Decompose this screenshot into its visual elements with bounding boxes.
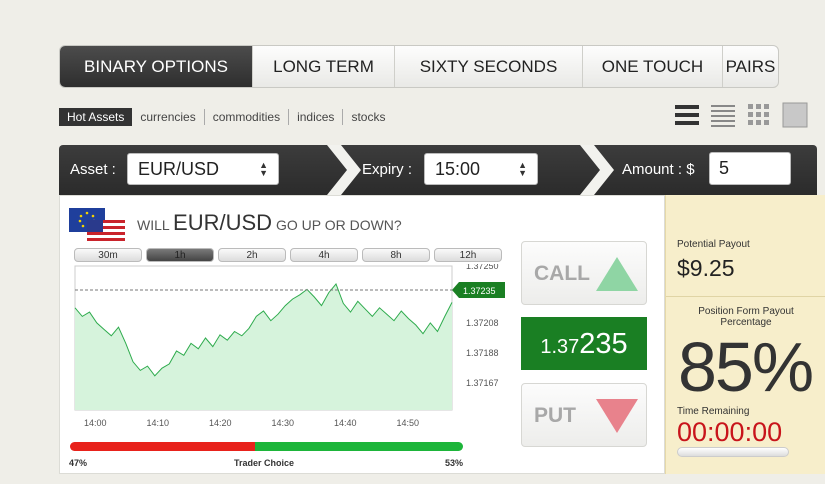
filter-stocks[interactable]: stocks (342, 109, 393, 125)
arrow-up-icon (596, 257, 638, 291)
trade-panel: WILL EUR/USD GO UP OR DOWN? 30m 1h 2h 4h… (59, 195, 665, 474)
put-percentage: 47% (69, 458, 88, 468)
time-remaining-bar (677, 447, 789, 457)
expiry-select-value: 15:00 (435, 159, 481, 179)
timeframe-1h[interactable]: 1h (146, 248, 214, 262)
price-minor: 235 (579, 328, 628, 360)
potential-payout-label: Potential Payout (677, 239, 750, 250)
question-prefix: WILL (137, 217, 170, 233)
call-percentage: 53% (445, 458, 464, 468)
trade-settings-bar: Asset : EUR/USD ▲ ▼ Expiry : 15:00 ▲ ▼ Amo… (59, 145, 817, 205)
select-arrows-icon: ▲ ▼ (518, 160, 527, 178)
divider (666, 296, 825, 297)
tab-pairs[interactable]: PAIRS (722, 46, 778, 87)
payout-percentage-label: Position Form Payout Percentage (698, 306, 794, 328)
tile-view-icon[interactable] (782, 102, 808, 128)
filter-hot-assets[interactable]: Hot Assets (59, 108, 133, 126)
sentiment-put-portion (70, 442, 255, 451)
call-button[interactable]: CALL (521, 241, 647, 305)
put-button[interactable]: PUT (521, 383, 647, 447)
prediction-question: WILL EUR/USD GO UP OR DOWN? (137, 210, 402, 236)
question-suffix: GO UP OR DOWN? (275, 217, 402, 233)
y-tick-label: 1.37208 (466, 318, 499, 328)
call-label: CALL (534, 262, 590, 285)
x-tick-label: 14:10 (147, 418, 170, 428)
chevron-divider-icon (327, 145, 361, 195)
product-tabs: BINARY OPTIONS LONG TERM SIXTY SECONDS O… (59, 45, 779, 88)
x-tick-label: 14:40 (334, 418, 357, 428)
price-major: 1.37 (540, 336, 580, 358)
list-view-icon[interactable] (674, 102, 700, 128)
current-price-label: 1.37235 (463, 286, 496, 296)
time-remaining-value: 00:00:00 (677, 417, 783, 447)
y-tick-label: 1.37188 (466, 348, 499, 358)
timeframe-selector: 30m 1h 2h 4h 8h 12h (74, 248, 502, 262)
asset-filters: Hot Assets currencies commodities indice… (59, 108, 393, 126)
timeframe-30m[interactable]: 30m (74, 248, 142, 262)
grid-view-icon[interactable] (746, 102, 772, 128)
x-tick-label: 14:50 (397, 418, 420, 428)
trader-choice-label: Trader Choice (234, 458, 295, 468)
compact-list-view-icon[interactable] (710, 102, 736, 128)
x-tick-label: 14:20 (209, 418, 232, 428)
x-tick-label: 14:00 (84, 418, 107, 428)
eu-us-flag-icon (69, 208, 125, 244)
tab-binary-options[interactable]: BINARY OPTIONS (60, 46, 252, 87)
asset-select-value: EUR/USD (138, 159, 220, 179)
sentiment-call-portion (254, 442, 463, 451)
potential-payout-value: $9.25 (677, 255, 735, 281)
timeframe-2h[interactable]: 2h (218, 248, 286, 262)
amount-input[interactable]: 5 (709, 152, 791, 185)
y-tick-label: 1.37167 (466, 378, 499, 388)
expiry-label: Expiry : (362, 161, 413, 178)
question-pair: EUR/USD (173, 210, 273, 235)
payout-percentage-value: 85% (678, 328, 814, 406)
put-label: PUT (534, 404, 576, 427)
tab-sixty-seconds[interactable]: SIXTY SECONDS (394, 46, 582, 87)
filter-currencies[interactable]: currencies (132, 109, 203, 125)
x-tick-label: 14:30 (272, 418, 295, 428)
select-arrows-icon: ▲ ▼ (259, 160, 268, 178)
tab-one-touch[interactable]: ONE TOUCH (582, 46, 722, 87)
y-tick-label: 1.37250 (466, 264, 499, 271)
live-price: 1.37 235 (521, 317, 647, 370)
timeframe-12h[interactable]: 12h (434, 248, 502, 262)
chevron-divider-icon (580, 145, 614, 195)
sentiment-bar (70, 442, 463, 451)
filter-commodities[interactable]: commodities (203, 109, 288, 125)
asset-select[interactable]: EUR/USD ▲ ▼ (127, 153, 279, 185)
expiry-select[interactable]: 15:00 ▲ ▼ (424, 153, 538, 185)
payout-panel: Potential Payout $9.25 Position Form Pay… (665, 195, 825, 474)
time-remaining-label: Time Remaining (677, 406, 750, 417)
arrow-down-icon (596, 399, 638, 433)
filter-indices[interactable]: indices (288, 109, 342, 125)
amount-label: Amount : $ (622, 161, 695, 178)
timeframe-4h[interactable]: 4h (290, 248, 358, 262)
timeframe-8h[interactable]: 8h (362, 248, 430, 262)
tab-long-term[interactable]: LONG TERM (252, 46, 394, 87)
price-chart: 1.37250 1.37208 1.37188 1.37167 14:00 14:10 1… (74, 264, 505, 428)
asset-label: Asset : (70, 161, 116, 178)
view-switcher (674, 102, 808, 128)
